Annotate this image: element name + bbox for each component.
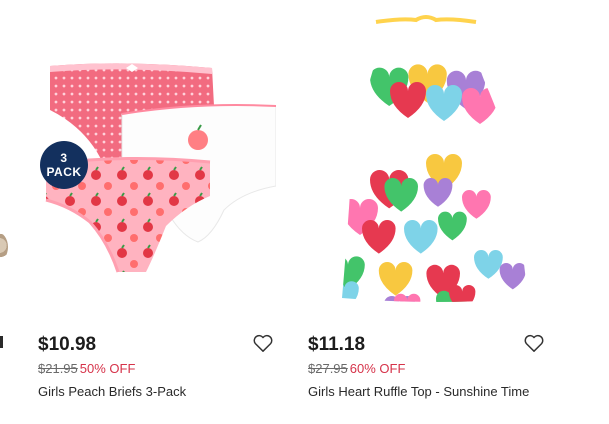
product-image[interactable] <box>306 10 546 312</box>
original-price: $27.95 <box>308 361 348 376</box>
heart-ruffle-top-image <box>342 15 528 302</box>
pack-count-badge: 3 PACK <box>40 141 88 189</box>
product-card[interactable]: 3 PACK $10.98 $21.95 50% OFF Girls Peach … <box>36 0 298 424</box>
badge-label: PACK <box>46 165 82 179</box>
product-card[interactable]: $11.18 $27.95 60% OFF Girls Heart Ruffle … <box>306 0 568 424</box>
adjacent-product-image-edge[interactable] <box>0 232 8 262</box>
wishlist-heart-icon[interactable] <box>523 333 545 353</box>
price-details: $27.95 60% OFF <box>308 361 405 376</box>
product-name-link[interactable]: Girls Heart Ruffle Top - Sunshine Time <box>308 384 529 399</box>
discount-label: 50% OFF <box>79 361 136 376</box>
original-price: $21.95 <box>38 361 78 376</box>
price-details: $21.95 50% OFF <box>38 361 135 376</box>
product-name-link[interactable]: Girls Peach Briefs 3-Pack <box>38 384 186 399</box>
sale-price: $10.98 <box>38 334 97 355</box>
badge-count: 3 <box>60 151 68 165</box>
discount-label: 60% OFF <box>349 361 406 376</box>
sale-price: $11.18 <box>308 334 366 355</box>
wishlist-heart-icon[interactable] <box>252 333 274 353</box>
adjacent-product-heart-edge[interactable] <box>0 336 3 348</box>
